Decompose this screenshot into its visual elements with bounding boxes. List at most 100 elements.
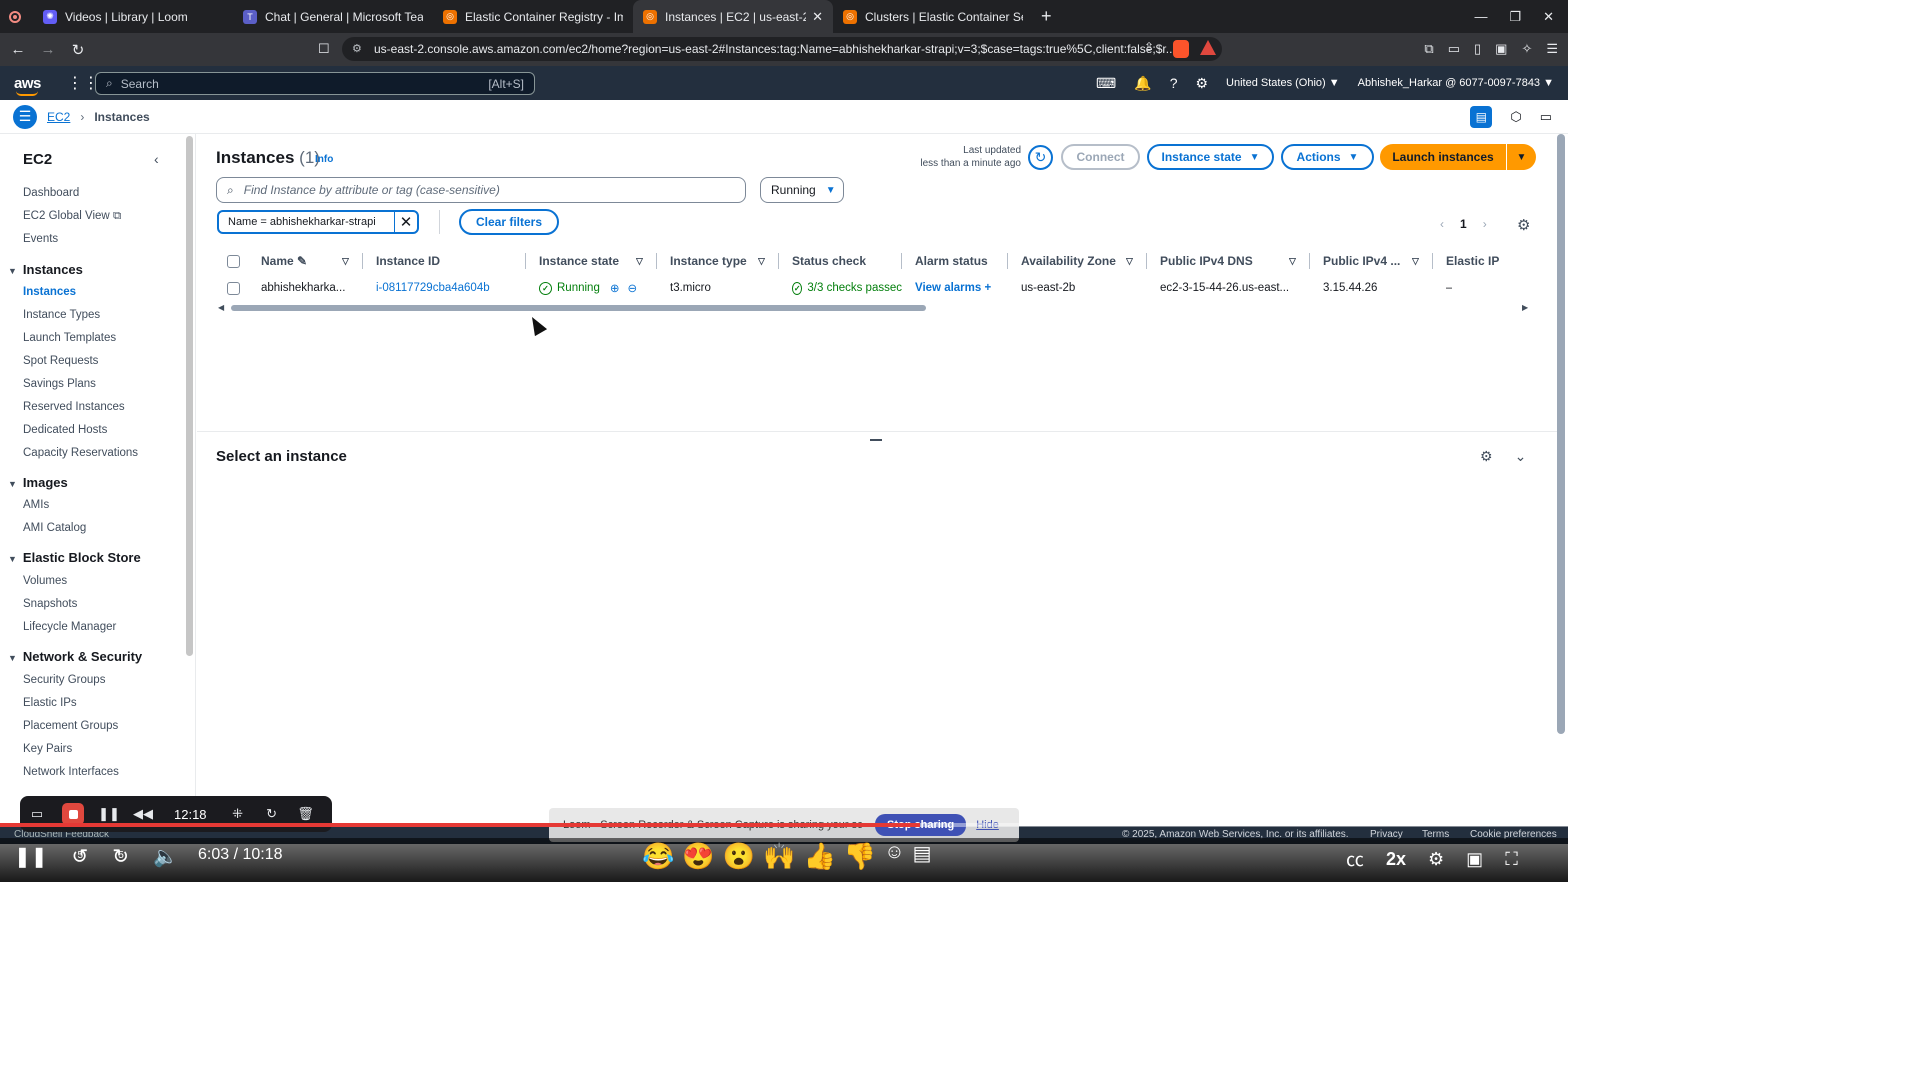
split-panel-divider[interactable] — [197, 431, 1557, 432]
table-row[interactable]: abhishekharka... i-08117729cba4a604b ✓ R… — [216, 277, 1536, 299]
scroll-left-icon[interactable]: ◀ — [218, 303, 224, 312]
launch-instances-button[interactable]: Launch instances — [1380, 144, 1506, 170]
extensions-icon[interactable]: ⧉ — [1424, 41, 1433, 57]
column-header-name[interactable]: Name ✎ — [261, 250, 307, 272]
sidebar-item-instance-types[interactable]: Instance Types — [23, 309, 100, 321]
sidebar-item-launch-templates[interactable]: Launch Templates — [23, 332, 116, 344]
actions-button[interactable]: Actions ▼ — [1281, 144, 1374, 170]
sidebar-item-spot-requests[interactable]: Spot Requests — [23, 355, 98, 367]
menu-icon[interactable]: ☰ — [1546, 41, 1558, 57]
sidebar-icon[interactable]: ▯ — [1474, 41, 1481, 57]
breadcrumb-ec2[interactable]: EC2 — [47, 110, 70, 124]
stop-recording-button[interactable] — [62, 803, 84, 825]
region-selector[interactable]: United States (Ohio) ▼ — [1226, 77, 1340, 89]
brave-shields-icon[interactable] — [1173, 40, 1189, 58]
sidebar-item-elastic-ips[interactable]: Elastic IPs — [23, 697, 77, 709]
reaction-laugh[interactable]: 😂 — [642, 841, 674, 872]
scrollbar-thumb[interactable] — [231, 305, 926, 311]
resize-handle-icon[interactable] — [870, 439, 882, 441]
video-progress-bar[interactable] — [0, 823, 1568, 827]
draw-icon[interactable]: ⁜ — [221, 806, 255, 822]
volume-icon[interactable]: 🔈 — [153, 844, 178, 869]
reaction-thumbs-up[interactable]: 👍 — [804, 841, 836, 872]
column-header-public-dns[interactable]: Public IPv4 DNS — [1160, 250, 1253, 272]
aws-logo[interactable]: aws — [14, 75, 41, 96]
pause-icon[interactable]: ❚❚ — [92, 806, 126, 822]
maximize-icon[interactable]: ❐ — [1509, 9, 1521, 25]
column-header-public-ipv4[interactable]: Public IPv4 ... — [1323, 250, 1400, 272]
clear-filters-button[interactable]: Clear filters — [459, 209, 559, 235]
sidebar-item-placement-groups[interactable]: Placement Groups — [23, 720, 118, 732]
sidebar-section-images[interactable]: ▼ Images — [8, 475, 68, 490]
pause-icon[interactable]: ❚❚ — [14, 844, 48, 869]
column-header-instance-type[interactable]: Instance type — [670, 250, 747, 272]
cell-instance-id-link[interactable]: i-08117729cba4a604b — [376, 277, 490, 299]
instance-state-filter-select[interactable]: Running ▼ — [760, 177, 844, 203]
info-link[interactable]: Info — [315, 154, 333, 165]
close-tab-icon[interactable]: ✕ — [812, 9, 823, 25]
settings-icon[interactable]: ⚙ — [1195, 75, 1208, 92]
zoom-out-icon[interactable]: ⊖ — [627, 281, 637, 295]
account-menu[interactable]: Abhishek_Harkar @ 6077-0097-7843 ▼ — [1358, 77, 1554, 89]
sidebar-item-snapshots[interactable]: Snapshots — [23, 598, 77, 610]
comment-icon[interactable]: ▤ — [913, 841, 932, 872]
column-header-alarm-status[interactable]: Alarm status — [915, 250, 988, 272]
restart-icon[interactable]: ↻ — [255, 806, 289, 822]
sidebar-item-amis[interactable]: AMIs — [23, 499, 49, 511]
sidebar-item-ami-catalog[interactable]: AMI Catalog — [23, 522, 86, 534]
view-alarms-link[interactable]: View alarms + — [915, 277, 991, 299]
preferences-icon[interactable]: ⬡ — [1510, 109, 1521, 125]
sidebar-item-network-interfaces[interactable]: Network Interfaces — [23, 766, 119, 778]
brave-rewards-icon[interactable] — [1200, 40, 1216, 55]
sidebar-item-events[interactable]: Events — [23, 233, 58, 245]
select-all-checkbox[interactable] — [227, 250, 240, 272]
sidebar-item-dedicated-hosts[interactable]: Dedicated Hosts — [23, 424, 107, 436]
next-page-icon[interactable]: › — [1483, 217, 1487, 231]
cast-icon[interactable]: ▭ — [1448, 41, 1460, 57]
skip-back-icon[interactable]: ↺ 5 — [72, 844, 89, 869]
sidebar-item-global-view[interactable]: EC2 Global View ⧉ — [23, 210, 121, 223]
filter-token-label[interactable]: Name = abhishekharkar-strapi — [219, 212, 395, 232]
sort-icon[interactable]: ▽ — [1126, 250, 1133, 272]
sidebar-item-instances[interactable]: Instances — [23, 286, 76, 298]
browser-tab-ecs-clusters[interactable]: ◎ Clusters | Elastic Container Servic — [833, 0, 1033, 33]
reload-icon[interactable]: ↻ — [66, 41, 90, 59]
reaction-thumbs-down[interactable]: 👎 — [844, 841, 876, 872]
sidebar-item-volumes[interactable]: Volumes — [23, 575, 67, 587]
column-header-status-check[interactable]: Status check — [792, 250, 866, 272]
reaction-heart-eyes[interactable]: 😍 — [682, 841, 714, 872]
sort-icon[interactable]: ▽ — [342, 250, 349, 272]
prev-page-icon[interactable]: ‹ — [1440, 217, 1444, 231]
help-icon[interactable]: ? — [1170, 75, 1178, 91]
column-header-availability-zone[interactable]: Availability Zone — [1021, 250, 1116, 272]
main-vertical-scrollbar[interactable] — [1557, 134, 1565, 734]
add-reaction-icon[interactable]: ☺ — [884, 841, 904, 872]
share-icon[interactable]: ⇪ — [1144, 40, 1160, 58]
remove-filter-icon[interactable]: ✕ — [395, 213, 417, 231]
row-checkbox[interactable] — [227, 277, 240, 299]
column-header-instance-state[interactable]: Instance state — [539, 250, 619, 272]
column-header-instance-id[interactable]: Instance ID — [376, 250, 440, 272]
settings-icon[interactable]: ⚙ — [1428, 849, 1444, 870]
notifications-icon[interactable]: 🔔 — [1134, 75, 1151, 92]
skip-forward-icon[interactable]: ↻ 5 — [112, 844, 129, 869]
close-window-icon[interactable]: ✕ — [1543, 9, 1554, 25]
wallet-icon[interactable]: ▣ — [1495, 41, 1507, 57]
instance-search-input[interactable]: ⌕ Find Instance by attribute or tag (cas… — [216, 177, 746, 203]
sidebar-section-instances[interactable]: ▼ Instances — [8, 262, 83, 277]
leo-ai-icon[interactable]: ✧ — [1521, 41, 1532, 57]
sidebar-section-network-security[interactable]: ▼ Network & Security — [8, 649, 142, 664]
forward-icon[interactable]: → — [36, 41, 60, 58]
zoom-in-icon[interactable]: ⊕ — [610, 281, 620, 295]
rewind-icon[interactable]: ◀◀ — [126, 806, 160, 822]
nav-menu-icon[interactable]: ☰ — [13, 104, 37, 129]
feedback-icon[interactable]: ▭ — [1540, 109, 1552, 125]
connect-button[interactable]: Connect — [1061, 144, 1140, 170]
sidebar-item-reserved-instances[interactable]: Reserved Instances — [23, 401, 125, 413]
camera-icon[interactable]: ▭ — [20, 806, 54, 822]
refresh-button[interactable]: ↻ — [1028, 145, 1053, 170]
instance-state-button[interactable]: Instance state ▼ — [1147, 144, 1274, 170]
delete-icon[interactable]: 🗑 — [289, 806, 323, 822]
address-bar[interactable]: ⚙ us-east-2.console.aws.amazon.com/ec2/h… — [342, 37, 1222, 61]
sort-icon[interactable]: ▽ — [1289, 250, 1296, 272]
